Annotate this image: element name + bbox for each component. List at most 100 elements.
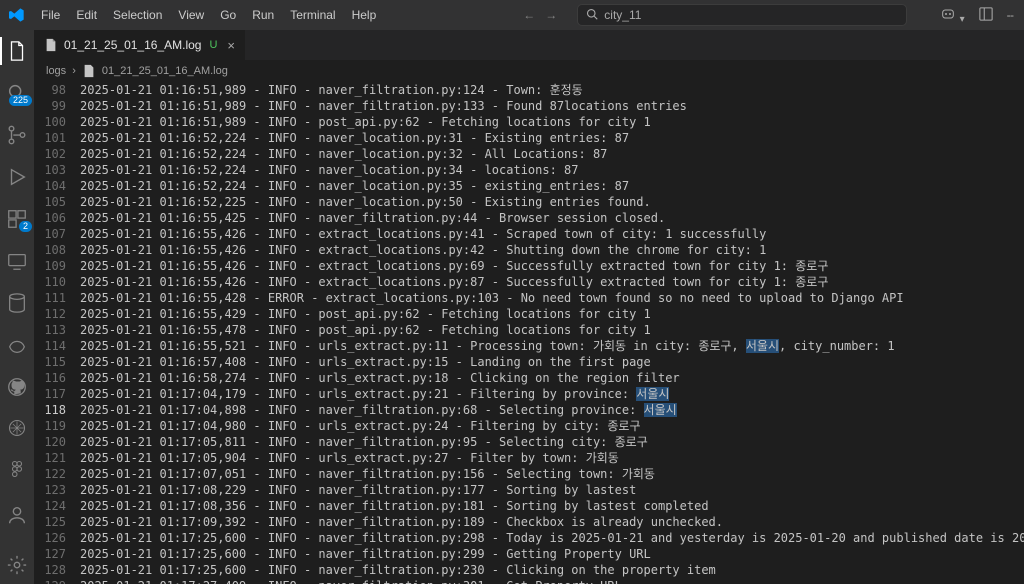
accounts-icon[interactable] bbox=[0, 500, 34, 530]
code-line[interactable]: 1122025-01-21 01:16:55,429 - INFO - post… bbox=[34, 306, 1024, 322]
code-line[interactable]: 1012025-01-21 01:16:52,224 - INFO - nave… bbox=[34, 130, 1024, 146]
menu-run[interactable]: Run bbox=[245, 4, 281, 26]
line-number: 115 bbox=[34, 354, 80, 370]
line-content: 2025-01-21 01:16:55,478 - INFO - post_ap… bbox=[80, 322, 1024, 338]
code-line[interactable]: 1062025-01-21 01:16:55,425 - INFO - nave… bbox=[34, 210, 1024, 226]
code-line[interactable]: 1292025-01-21 01:17:27,409 - INFO - nave… bbox=[34, 578, 1024, 584]
code-line[interactable]: 1192025-01-21 01:17:04,980 - INFO - urls… bbox=[34, 418, 1024, 434]
code-line[interactable]: 1222025-01-21 01:17:07,051 - INFO - nave… bbox=[34, 466, 1024, 482]
explorer-icon[interactable] bbox=[0, 40, 34, 62]
line-number: 112 bbox=[34, 306, 80, 322]
line-number: 124 bbox=[34, 498, 80, 514]
activity-bar: 225 2 bbox=[0, 30, 34, 584]
line-content: 2025-01-21 01:16:55,428 - ERROR - extrac… bbox=[80, 290, 1024, 306]
code-line[interactable]: 1252025-01-21 01:17:09,392 - INFO - nave… bbox=[34, 514, 1024, 530]
code-line[interactable]: 1002025-01-21 01:16:51,989 - INFO - post… bbox=[34, 114, 1024, 130]
more-icon[interactable]: - - bbox=[1007, 8, 1012, 22]
code-line[interactable]: 1022025-01-21 01:16:52,224 - INFO - nave… bbox=[34, 146, 1024, 162]
line-content: 2025-01-21 01:16:58,274 - INFO - urls_ex… bbox=[80, 370, 1024, 386]
source-control-icon[interactable] bbox=[0, 124, 34, 146]
code-line[interactable]: 1152025-01-21 01:16:57,408 - INFO - urls… bbox=[34, 354, 1024, 370]
line-content: 2025-01-21 01:16:57,408 - INFO - urls_ex… bbox=[80, 354, 1024, 370]
line-content: 2025-01-21 01:16:52,224 - INFO - naver_l… bbox=[80, 130, 1024, 146]
line-number: 98 bbox=[34, 82, 80, 98]
line-number: 129 bbox=[34, 578, 80, 584]
line-number: 114 bbox=[34, 338, 80, 354]
github-icon[interactable] bbox=[0, 376, 34, 398]
code-line[interactable]: 1032025-01-21 01:16:52,224 - INFO - nave… bbox=[34, 162, 1024, 178]
extensions-badge: 2 bbox=[19, 221, 32, 232]
breadcrumb-folder: logs bbox=[46, 65, 66, 77]
copilot-icon[interactable]: ▾ bbox=[940, 6, 964, 25]
code-line[interactable]: 1212025-01-21 01:17:05,904 - INFO - urls… bbox=[34, 450, 1024, 466]
line-number: 126 bbox=[34, 530, 80, 546]
remote-icon[interactable] bbox=[0, 250, 34, 272]
code-line[interactable]: 1112025-01-21 01:16:55,428 - ERROR - ext… bbox=[34, 290, 1024, 306]
editor-content[interactable]: 982025-01-21 01:16:51,989 - INFO - naver… bbox=[34, 82, 1024, 584]
code-line[interactable]: 1182025-01-21 01:17:04,898 - INFO - nave… bbox=[34, 402, 1024, 418]
layout-icon[interactable] bbox=[979, 7, 993, 24]
code-line[interactable]: 1042025-01-21 01:16:52,224 - INFO - nave… bbox=[34, 178, 1024, 194]
code-line[interactable]: 1232025-01-21 01:17:08,229 - INFO - nave… bbox=[34, 482, 1024, 498]
menu-file[interactable]: File bbox=[34, 4, 67, 26]
line-content: 2025-01-21 01:17:25,600 - INFO - naver_f… bbox=[80, 562, 1024, 578]
code-line[interactable]: 1082025-01-21 01:16:55,426 - INFO - extr… bbox=[34, 242, 1024, 258]
line-content: 2025-01-21 01:16:52,224 - INFO - naver_l… bbox=[80, 178, 1024, 194]
search-icon bbox=[586, 8, 598, 23]
menu-selection[interactable]: Selection bbox=[106, 4, 169, 26]
search-activity-icon[interactable]: 225 bbox=[0, 82, 34, 104]
settings-gear-icon[interactable] bbox=[0, 550, 34, 580]
database-icon[interactable] bbox=[0, 292, 34, 314]
line-content: 2025-01-21 01:17:25,600 - INFO - naver_f… bbox=[80, 530, 1024, 546]
vscode-logo-icon bbox=[0, 7, 34, 23]
line-number: 102 bbox=[34, 146, 80, 162]
tab-logfile[interactable]: 01_21_25_01_16_AM.log U × bbox=[34, 30, 246, 60]
breadcrumb-file: 01_21_25_01_16_AM.log bbox=[102, 65, 228, 77]
line-number: 111 bbox=[34, 290, 80, 306]
menu-edit[interactable]: Edit bbox=[69, 4, 104, 26]
code-line[interactable]: 1282025-01-21 01:17:25,600 - INFO - nave… bbox=[34, 562, 1024, 578]
code-line[interactable]: 1262025-01-21 01:17:25,600 - INFO - nave… bbox=[34, 530, 1024, 546]
code-line[interactable]: 982025-01-21 01:16:51,989 - INFO - naver… bbox=[34, 82, 1024, 98]
code-line[interactable]: 1132025-01-21 01:16:55,478 - INFO - post… bbox=[34, 322, 1024, 338]
line-number: 107 bbox=[34, 226, 80, 242]
menu-help[interactable]: Help bbox=[345, 4, 384, 26]
menu-go[interactable]: Go bbox=[213, 4, 243, 26]
code-line[interactable]: 1052025-01-21 01:16:52,225 - INFO - nave… bbox=[34, 194, 1024, 210]
code-line[interactable]: 1102025-01-21 01:16:55,426 - INFO - extr… bbox=[34, 274, 1024, 290]
run-debug-icon[interactable] bbox=[0, 166, 34, 188]
code-line[interactable]: 1172025-01-21 01:17:04,179 - INFO - urls… bbox=[34, 386, 1024, 402]
wakatime-icon[interactable] bbox=[0, 334, 34, 356]
code-line[interactable]: 1072025-01-21 01:16:55,426 - INFO - extr… bbox=[34, 226, 1024, 242]
editor-area: 01_21_25_01_16_AM.log U × logs › 01_21_2… bbox=[34, 30, 1024, 584]
line-number: 117 bbox=[34, 386, 80, 402]
code-line[interactable]: 1272025-01-21 01:17:25,600 - INFO - nave… bbox=[34, 546, 1024, 562]
line-content: 2025-01-21 01:17:04,179 - INFO - urls_ex… bbox=[80, 386, 1024, 402]
title-bar: FileEditSelectionViewGoRunTerminalHelp ←… bbox=[0, 0, 1024, 30]
editor-tabs: 01_21_25_01_16_AM.log U × bbox=[34, 30, 1024, 60]
extensions-icon[interactable]: 2 bbox=[0, 208, 34, 230]
line-number: 120 bbox=[34, 434, 80, 450]
figma-icon[interactable] bbox=[0, 458, 34, 480]
nav-back-icon[interactable]: ← bbox=[523, 8, 535, 22]
menu-terminal[interactable]: Terminal bbox=[283, 4, 342, 26]
breadcrumb[interactable]: logs › 01_21_25_01_16_AM.log bbox=[34, 60, 1024, 82]
chevron-right-icon: › bbox=[72, 65, 76, 77]
menu-view[interactable]: View bbox=[171, 4, 211, 26]
code-line[interactable]: 992025-01-21 01:16:51,989 - INFO - naver… bbox=[34, 98, 1024, 114]
code-line[interactable]: 1092025-01-21 01:16:55,426 - INFO - extr… bbox=[34, 258, 1024, 274]
menu-bar: FileEditSelectionViewGoRunTerminalHelp bbox=[34, 4, 383, 26]
code-line[interactable]: 1242025-01-21 01:17:08,356 - INFO - nave… bbox=[34, 498, 1024, 514]
code-line[interactable]: 1142025-01-21 01:16:55,521 - INFO - urls… bbox=[34, 338, 1024, 354]
line-content: 2025-01-21 01:17:08,229 - INFO - naver_f… bbox=[80, 482, 1024, 498]
close-icon[interactable]: × bbox=[227, 38, 235, 53]
nav-forward-icon[interactable]: → bbox=[545, 8, 557, 22]
line-number: 106 bbox=[34, 210, 80, 226]
openai-icon[interactable] bbox=[0, 418, 34, 438]
code-line[interactable]: 1202025-01-21 01:17:05,811 - INFO - nave… bbox=[34, 434, 1024, 450]
line-content: 2025-01-21 01:17:27,409 - INFO - naver_f… bbox=[80, 578, 1024, 584]
code-line[interactable]: 1162025-01-21 01:16:58,274 - INFO - urls… bbox=[34, 370, 1024, 386]
line-content: 2025-01-21 01:16:55,425 - INFO - naver_f… bbox=[80, 210, 1024, 226]
command-center[interactable]: city_11 bbox=[577, 4, 907, 26]
search-highlight: 서울시 bbox=[636, 387, 669, 401]
